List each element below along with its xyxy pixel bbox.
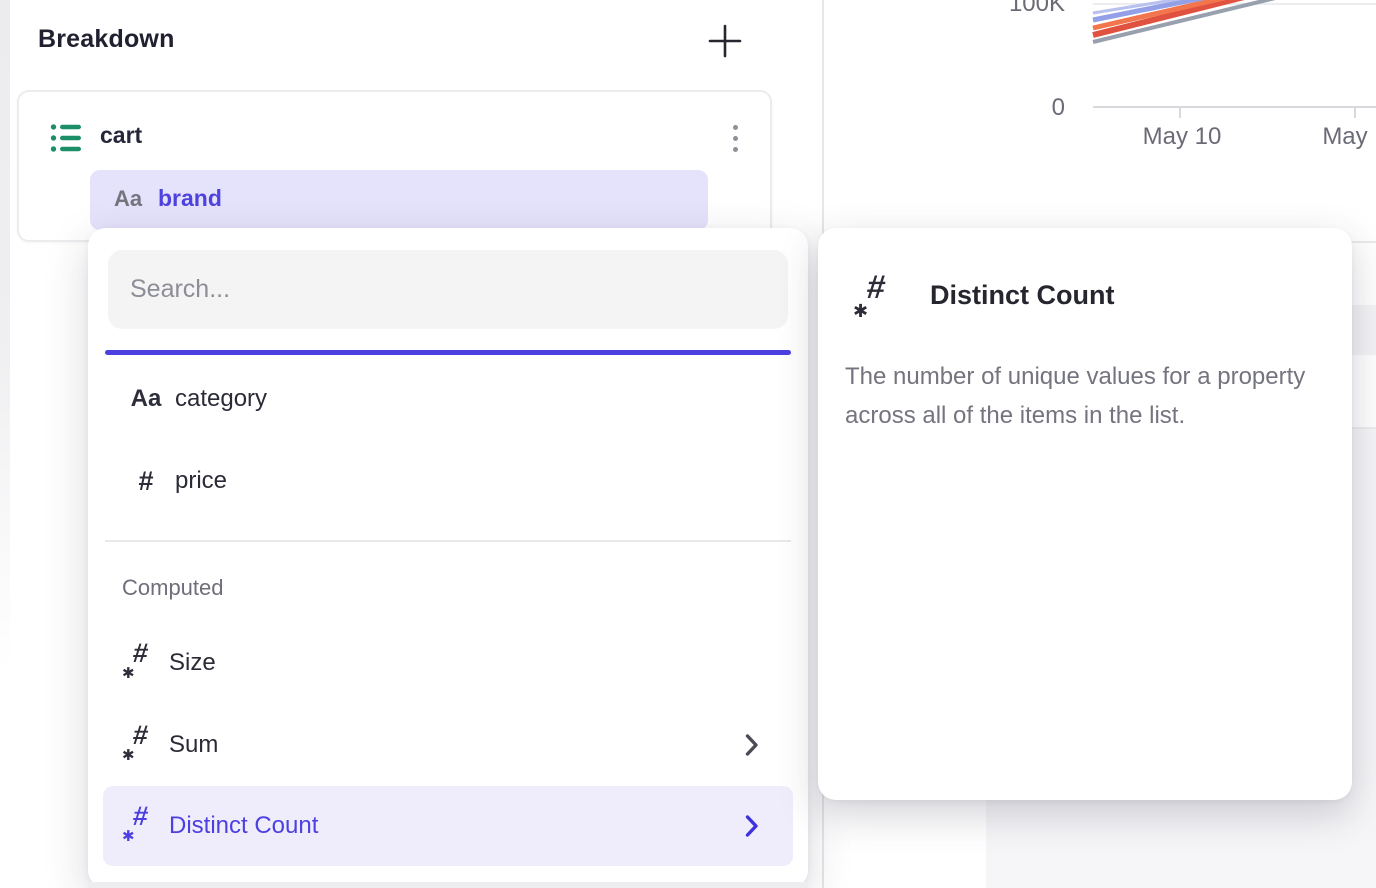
property-option-label: price: [175, 467, 227, 495]
computed-number-icon: # ✱: [123, 641, 163, 685]
selected-property-name: brand: [158, 185, 222, 212]
x-axis-tick-may1: May 1: [1285, 123, 1376, 151]
chevron-right-icon: [745, 814, 759, 838]
list-type-icon: [50, 122, 82, 154]
property-group-name: cart: [100, 122, 142, 149]
distinct-count-info-card: # ✱ Distinct Count The number of unique …: [818, 228, 1352, 800]
string-type-icon: Aa: [123, 385, 169, 413]
add-breakdown-button[interactable]: [702, 18, 748, 64]
computed-number-icon: # ✱: [123, 723, 163, 767]
computed-option-size[interactable]: # ✱ Size: [103, 622, 793, 704]
computed-option-label: Size: [169, 649, 216, 677]
property-dropdown: Aa category # price Computed # ✱ Size # …: [88, 228, 808, 888]
search-input[interactable]: [108, 250, 788, 329]
plus-icon: [702, 18, 748, 64]
chart-lines: [824, 0, 1376, 242]
y-axis-tick-100k: 100K: [945, 0, 1065, 18]
kebab-menu-icon[interactable]: [721, 110, 749, 166]
info-card-description: The number of unique values for a proper…: [845, 357, 1345, 435]
property-option-category[interactable]: Aa category: [103, 358, 793, 440]
y-axis-tick-0: 0: [945, 94, 1065, 122]
computed-option-label: Distinct Count: [169, 812, 318, 840]
dropdown-footer-divider: [88, 882, 808, 888]
app-canvas: 100K 0 May 10 May 1 Breakdown cart Aa br…: [0, 0, 1376, 888]
selected-property-pill[interactable]: Aa brand: [90, 170, 708, 230]
number-type-icon: #: [123, 466, 169, 497]
left-edge-shadow: [0, 0, 10, 670]
breakdown-section-title: Breakdown: [38, 25, 175, 54]
string-type-icon: Aa: [114, 186, 142, 212]
line-chart: 100K 0 May 10 May 1: [824, 0, 1376, 242]
x-axis-tick-may10: May 10: [1112, 123, 1252, 151]
property-option-price[interactable]: # price: [103, 440, 793, 522]
dropdown-divider: [105, 540, 791, 542]
computed-number-icon: # ✱: [123, 804, 163, 848]
computed-option-label: Sum: [169, 731, 218, 759]
computed-number-icon: # ✱: [854, 272, 906, 328]
breakdown-property-group-card: cart Aa brand: [17, 90, 772, 242]
active-tab-underline: [105, 350, 791, 355]
computed-option-sum[interactable]: # ✱ Sum: [103, 704, 793, 786]
computed-section-label: Computed: [122, 575, 224, 601]
property-option-label: category: [175, 385, 267, 413]
computed-option-distinct-count[interactable]: # ✱ Distinct Count: [103, 786, 793, 866]
chevron-right-icon: [745, 733, 759, 757]
info-card-title: Distinct Count: [930, 280, 1114, 311]
